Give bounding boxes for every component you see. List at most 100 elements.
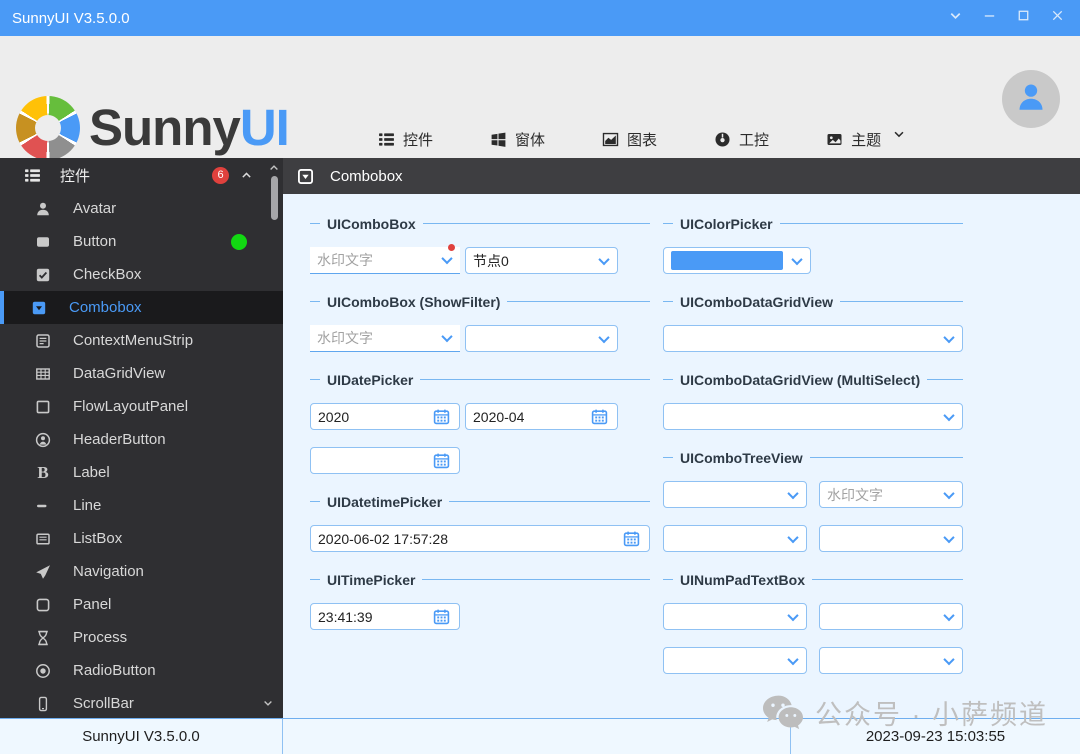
sidebar-item-line[interactable]: Line bbox=[0, 489, 283, 522]
group-title-line bbox=[422, 223, 650, 224]
chevron-down-icon[interactable] bbox=[892, 127, 906, 151]
user-avatar[interactable] bbox=[1002, 70, 1060, 128]
sidebar-item-panel[interactable]: Panel bbox=[0, 588, 283, 621]
sidebar-scrollbar[interactable] bbox=[264, 161, 280, 714]
maximize-button[interactable] bbox=[1015, 10, 1032, 27]
nav-item-label: 控件 bbox=[403, 131, 434, 149]
chevron-down-icon[interactable] bbox=[943, 331, 955, 343]
logo-text-sunny: Sunny bbox=[89, 99, 241, 156]
chevron-down-icon[interactable] bbox=[943, 653, 955, 665]
chevron-down-icon[interactable] bbox=[787, 487, 799, 499]
sidebar-header-label: 控件 bbox=[60, 167, 91, 185]
datagrid-icon bbox=[34, 366, 52, 382]
combotreeview-1[interactable] bbox=[663, 481, 807, 508]
chevron-down-icon[interactable] bbox=[943, 487, 955, 499]
combobox-filter-watermark[interactable]: 水印文字 bbox=[310, 325, 460, 352]
combotreeview-3[interactable] bbox=[663, 525, 807, 552]
control-row: 2020 2020-04 bbox=[310, 403, 650, 430]
close-button[interactable] bbox=[1049, 10, 1066, 27]
chevron-down-icon[interactable] bbox=[441, 330, 453, 343]
group-title-label: UIComboTreeView bbox=[680, 449, 803, 466]
timepicker[interactable]: 23:41:39 bbox=[310, 603, 460, 630]
list-icon bbox=[24, 167, 41, 184]
numpad-3[interactable] bbox=[663, 647, 807, 674]
calendar-icon[interactable] bbox=[591, 408, 608, 425]
sidebar-item-headerbutton[interactable]: HeaderButton bbox=[0, 423, 283, 456]
sidebar-item-button[interactable]: Button bbox=[0, 225, 283, 258]
chevron-down-icon[interactable] bbox=[791, 253, 803, 265]
control-row bbox=[663, 603, 963, 630]
chevron-down-icon[interactable] bbox=[787, 653, 799, 665]
numpad-1[interactable] bbox=[663, 603, 807, 630]
nav-item-label: 工控 bbox=[739, 131, 770, 149]
combotreeview-4[interactable] bbox=[819, 525, 963, 552]
sidebar-item-combobox[interactable]: Combobox bbox=[0, 291, 283, 324]
datetimepicker[interactable]: 2020-06-02 17:57:28 bbox=[310, 525, 650, 552]
chevron-down-icon[interactable] bbox=[441, 252, 453, 265]
control-row bbox=[663, 525, 963, 552]
sidebar-item-checkbox[interactable]: CheckBox bbox=[0, 258, 283, 291]
sidebar-item-listbox[interactable]: ListBox bbox=[0, 522, 283, 555]
app-header: SunnyUI 控件 窗体 图表 工控 主题 bbox=[0, 36, 1080, 160]
sidebar-header[interactable]: 控件 6 bbox=[0, 158, 283, 192]
datepicker-month[interactable]: 2020-04 bbox=[465, 403, 618, 430]
group-title: UIColorPicker bbox=[663, 215, 963, 232]
chevron-down-icon[interactable] bbox=[598, 331, 610, 343]
scroll-down-icon[interactable] bbox=[262, 696, 274, 714]
group-title-label: UIDatetimePicker bbox=[327, 493, 443, 510]
sidebar-item-label: Avatar bbox=[73, 200, 117, 217]
combodatagridview-multiselect[interactable] bbox=[663, 403, 963, 430]
numpad-4[interactable] bbox=[819, 647, 963, 674]
chevron-down-icon[interactable] bbox=[943, 409, 955, 421]
group-title-dash bbox=[310, 579, 320, 580]
sidebar-item-radiobutton[interactable]: RadioButton bbox=[0, 654, 283, 687]
sidebar-item-label: Combobox bbox=[69, 299, 142, 316]
datepicker-year[interactable]: 2020 bbox=[310, 403, 460, 430]
chevron-down-icon[interactable] bbox=[787, 609, 799, 621]
datepicker-empty[interactable] bbox=[310, 447, 460, 474]
nav-item-forms[interactable]: 窗体 bbox=[490, 127, 545, 151]
combobox-node[interactable]: 节点0 bbox=[465, 247, 618, 274]
group-title-label: UINumPadTextBox bbox=[680, 571, 805, 588]
chevron-down-icon[interactable] bbox=[598, 253, 610, 265]
chevron-down-icon[interactable] bbox=[787, 531, 799, 543]
combobox-filter-empty[interactable] bbox=[465, 325, 618, 352]
nav-item-industrial[interactable]: 工控 bbox=[714, 127, 769, 151]
sidebar-item-label: Navigation bbox=[73, 563, 144, 580]
combotreeview-2[interactable]: 水印文字 bbox=[819, 481, 963, 508]
group-title-line bbox=[422, 579, 650, 580]
sidebar-item-scrollbar[interactable]: ScrollBar bbox=[0, 687, 283, 718]
nav-item-controls[interactable]: 控件 bbox=[378, 127, 433, 151]
extend-button[interactable] bbox=[947, 10, 964, 27]
calendar-icon[interactable] bbox=[433, 608, 450, 625]
group-title-dash bbox=[310, 301, 320, 302]
calendar-icon[interactable] bbox=[433, 452, 450, 469]
sidebar-item-flowlayoutpanel[interactable]: FlowLayoutPanel bbox=[0, 390, 283, 423]
combodatagridview[interactable] bbox=[663, 325, 963, 352]
group-title-label: UIComboBox bbox=[327, 215, 416, 232]
chevron-down-icon[interactable] bbox=[943, 531, 955, 543]
calendar-icon[interactable] bbox=[433, 408, 450, 425]
nav-item-charts[interactable]: 图表 bbox=[602, 127, 657, 151]
sidebar-item-contextmenustrip[interactable]: ContextMenuStrip bbox=[0, 324, 283, 357]
chevron-down-icon[interactable] bbox=[943, 609, 955, 621]
app-logo: SunnyUI bbox=[16, 96, 290, 160]
sidebar-item-label[interactable]: B Label bbox=[0, 456, 283, 489]
minimize-button[interactable] bbox=[981, 10, 998, 27]
scrollbar-thumb[interactable] bbox=[271, 176, 278, 220]
sidebar-item-navigation[interactable]: Navigation bbox=[0, 555, 283, 588]
sidebar-item-avatar[interactable]: Avatar bbox=[0, 192, 283, 225]
nav-item-theme[interactable]: 主题 bbox=[826, 127, 881, 151]
nav-item-label: 图表 bbox=[627, 131, 658, 149]
calendar-icon[interactable] bbox=[623, 530, 640, 547]
sidebar-item-process[interactable]: Process bbox=[0, 621, 283, 654]
colorpicker[interactable] bbox=[663, 247, 811, 274]
content-body: UIComboBox 水印文字 节点0 UIComboBox (ShowFilter)… bbox=[283, 194, 1080, 718]
control-row: 水印文字 节点0 bbox=[310, 244, 650, 274]
group-title-dash bbox=[310, 501, 320, 502]
collapse-chevron-icon[interactable] bbox=[240, 169, 253, 182]
numpad-2[interactable] bbox=[819, 603, 963, 630]
combobox-watermark[interactable]: 水印文字 bbox=[310, 244, 460, 274]
chevron-down-icon bbox=[948, 8, 963, 28]
sidebar-item-datagridview[interactable]: DataGridView bbox=[0, 357, 283, 390]
